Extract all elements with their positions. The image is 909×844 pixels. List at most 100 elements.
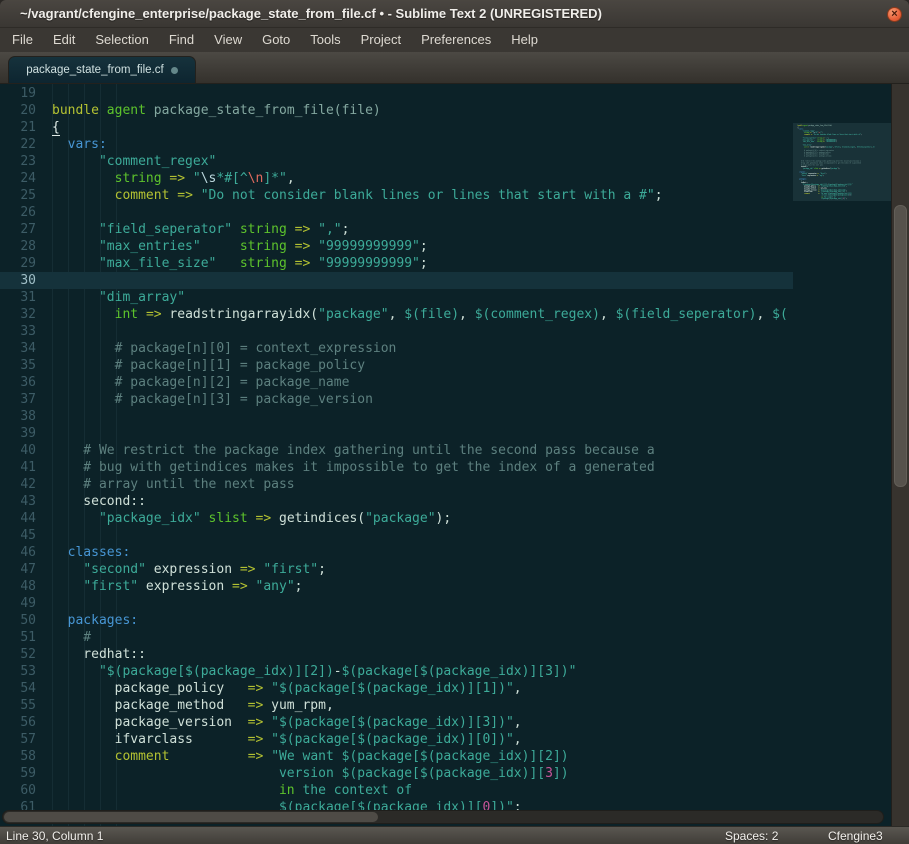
code-line: 51 # [0, 629, 793, 646]
menu-item-preferences[interactable]: Preferences [411, 28, 501, 52]
line-number: 42 [0, 476, 36, 493]
line-number: 27 [0, 221, 36, 238]
menu-item-help[interactable]: Help [501, 28, 548, 52]
syntax-setting[interactable]: Cfengine3 [828, 829, 883, 843]
line-number: 58 [0, 748, 36, 765]
cursor-position-label: Line 30, Column 1 [6, 829, 103, 843]
code-line: 24 string => "\s*#[^\n]*", [0, 170, 793, 187]
window-title: ~/vagrant/cfengine_enterprise/package_st… [20, 6, 602, 21]
code-line: 46 classes: [0, 544, 793, 561]
code-line: 31 "dim_array" [0, 289, 793, 306]
code-line: 30 [0, 272, 793, 289]
line-number: 34 [0, 340, 36, 357]
title-bar: ~/vagrant/cfengine_enterprise/package_st… [0, 0, 909, 28]
vertical-scrollbar[interactable] [891, 84, 909, 826]
menu-item-view[interactable]: View [204, 28, 252, 52]
horizontal-scrollbar[interactable] [2, 810, 884, 824]
line-number: 47 [0, 561, 36, 578]
tab-package-state-from-file[interactable]: package_state_from_file.cf [8, 56, 196, 83]
horizontal-scrollbar-thumb[interactable] [4, 812, 378, 822]
minimap[interactable]: bundle agent package_state_from_file(fil… [793, 84, 891, 826]
menu-item-project[interactable]: Project [351, 28, 411, 52]
line-number: 45 [0, 527, 36, 544]
line-number: 48 [0, 578, 36, 595]
code-line: 35 # package[n][1] = package_policy [0, 357, 793, 374]
close-button[interactable]: × [887, 7, 902, 22]
line-number: 20 [0, 102, 36, 119]
modified-dot-icon [171, 67, 178, 74]
code-line: 60 in the context of [0, 782, 793, 799]
menu-item-edit[interactable]: Edit [43, 28, 85, 52]
line-number: 52 [0, 646, 36, 663]
code-area[interactable]: 1920bundle agent package_state_from_file… [0, 84, 793, 826]
minimap-content: bundle agent package_state_from_file(fil… [796, 123, 878, 200]
code-line: 57 ifvarclass => "$(package[$(package_id… [0, 731, 793, 748]
status-bar: Line 30, Column 1 Spaces: 2 Cfengine3 [0, 826, 909, 844]
line-number: 19 [0, 85, 36, 102]
line-number: 40 [0, 442, 36, 459]
code-line: 56 package_version => "$(package[$(packa… [0, 714, 793, 731]
line-number: 35 [0, 357, 36, 374]
line-number: 54 [0, 680, 36, 697]
code-line: 33 [0, 323, 793, 340]
sublime-window: ~/vagrant/cfengine_enterprise/package_st… [0, 0, 909, 844]
menu-item-file[interactable]: File [2, 28, 43, 52]
line-number: 29 [0, 255, 36, 272]
indent-setting[interactable]: Spaces: 2 [725, 829, 778, 843]
line-number: 31 [0, 289, 36, 306]
code-line: 39 [0, 425, 793, 442]
code-lines: 1920bundle agent package_state_from_file… [0, 85, 793, 816]
code-line: 26 [0, 204, 793, 221]
code-line: 54 package_policy => "$(package[$(packag… [0, 680, 793, 697]
line-number: 28 [0, 238, 36, 255]
code-line: 29 "max_file_size" string => "9999999999… [0, 255, 793, 272]
line-number: 43 [0, 493, 36, 510]
menu-item-tools[interactable]: Tools [300, 28, 350, 52]
code-line: 52 redhat:: [0, 646, 793, 663]
code-line: 48 "first" expression => "any"; [0, 578, 793, 595]
line-number: 37 [0, 391, 36, 408]
code-line: 34 # package[n][0] = context_expression [0, 340, 793, 357]
code-line: 36 # package[n][2] = package_name [0, 374, 793, 391]
line-number: 32 [0, 306, 36, 323]
code-line: 19 [0, 85, 793, 102]
code-line: 49 [0, 595, 793, 612]
code-line: 37 # package[n][3] = package_version [0, 391, 793, 408]
line-number: 21 [0, 119, 36, 136]
tab-bar: package_state_from_file.cf [0, 52, 909, 84]
code-line: 25 comment => "Do not consider blank lin… [0, 187, 793, 204]
line-number: 51 [0, 629, 36, 646]
line-number: 56 [0, 714, 36, 731]
menu-item-find[interactable]: Find [159, 28, 204, 52]
line-number: 53 [0, 663, 36, 680]
code-line: 40 # We restrict the package index gathe… [0, 442, 793, 459]
code-line: 27 "field_seperator" string => ","; [0, 221, 793, 238]
code-line: 28 "max_entries" string => "99999999999"… [0, 238, 793, 255]
editor: 1920 bundle agent package_state_from_file… [0, 84, 909, 826]
code-line: $(package[$(package_idx)][0])"; [796, 198, 878, 200]
tab-label: package_state_from_file.cf [26, 64, 163, 76]
line-number: 46 [0, 544, 36, 561]
code-line: 21{ [0, 119, 793, 136]
menu-item-selection[interactable]: Selection [85, 28, 158, 52]
code-line: 55 package_method => yum_rpm, [0, 697, 793, 714]
menu-item-goto[interactable]: Goto [252, 28, 300, 52]
line-number: 59 [0, 765, 36, 782]
code-line: 45 [0, 527, 793, 544]
code-line: 41 # bug with getindices makes it imposs… [0, 459, 793, 476]
vertical-scrollbar-thumb[interactable] [894, 205, 907, 487]
line-number: 49 [0, 595, 36, 612]
line-number: 24 [0, 170, 36, 187]
line-number: 22 [0, 136, 36, 153]
code-line: 32 int => readstringarrayidx("package", … [0, 306, 793, 323]
line-number: 26 [0, 204, 36, 221]
line-number: 60 [0, 782, 36, 799]
code-line: 47 "second" expression => "first"; [0, 561, 793, 578]
line-number: 39 [0, 425, 36, 442]
code-line: 53 "$(package[$(package_idx)][2])-$(pack… [0, 663, 793, 680]
code-line: 23 "comment_regex" [0, 153, 793, 170]
line-number: 25 [0, 187, 36, 204]
line-number: 36 [0, 374, 36, 391]
code-line: 42 # array until the next pass [0, 476, 793, 493]
code-line: 50 packages: [0, 612, 793, 629]
